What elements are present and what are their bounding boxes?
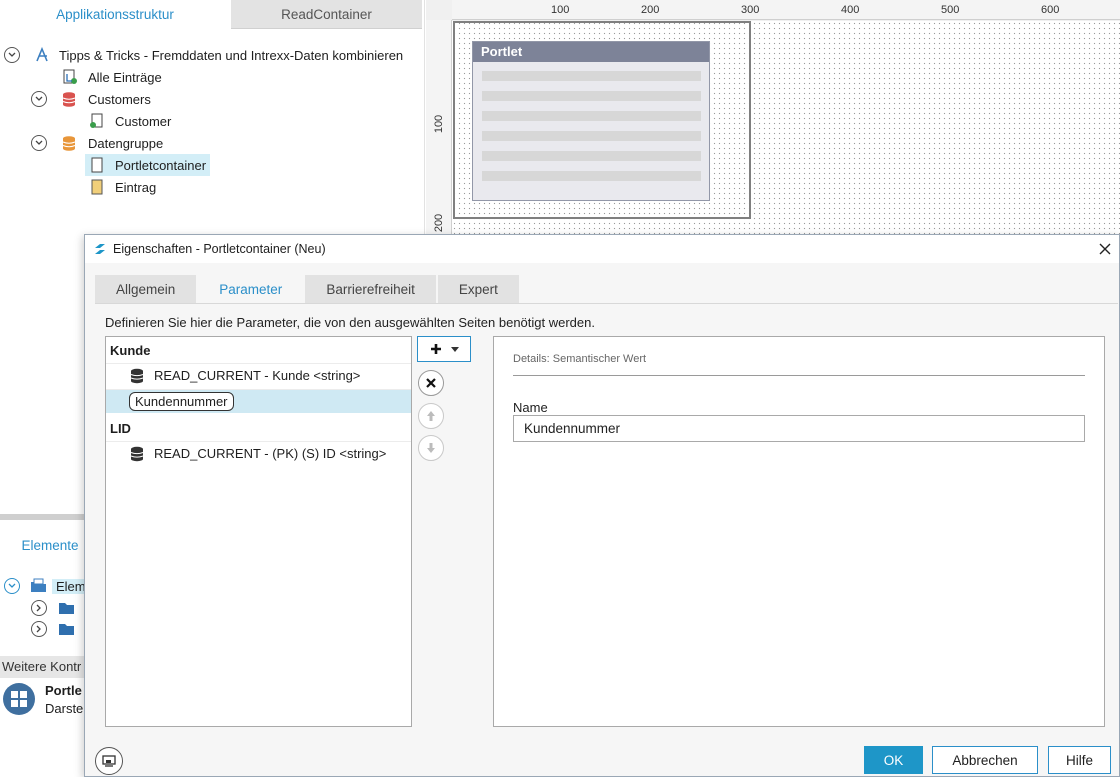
tree-item-customers[interactable]: Customers xyxy=(31,88,151,110)
tab-barrierefreiheit[interactable]: Barrierefreiheit xyxy=(305,275,436,303)
tree-item-portletcontainer[interactable]: Portletcontainer xyxy=(85,154,211,176)
database-group-icon xyxy=(61,135,77,151)
ok-button[interactable]: OK xyxy=(864,746,923,774)
arrow-up-icon xyxy=(426,410,436,422)
chevron-down-icon[interactable] xyxy=(4,578,20,594)
tree-item-label: Alle Einträge xyxy=(88,69,162,85)
screen-layout-icon[interactable] xyxy=(95,747,123,775)
ruler-label: 300 xyxy=(741,4,760,16)
list-item[interactable]: READ_CURRENT - Kunde <string> xyxy=(106,363,411,387)
arrow-down-icon xyxy=(426,442,436,454)
tab-expert[interactable]: Expert xyxy=(437,275,519,303)
list-item[interactable]: READ_CURRENT - (PK) (S) ID <string> xyxy=(106,441,411,465)
cancel-button[interactable]: Abbrechen xyxy=(932,746,1038,774)
tree-item-label: Tipps & Tricks - Fremddaten und Intrexx-… xyxy=(59,47,404,63)
folder-open-icon xyxy=(30,578,46,594)
designer-area: 100 200 300 400 500 600 100 200 Portlet xyxy=(426,0,1120,240)
tree-item-elements-root[interactable]: Elem xyxy=(4,575,90,597)
page-link-icon xyxy=(62,69,78,85)
chevron-down-icon[interactable] xyxy=(4,47,20,63)
tree-item-folder[interactable] xyxy=(31,597,74,619)
properties-dialog: Eigenschaften - Portletcontainer (Neu) A… xyxy=(84,234,1120,777)
move-down-button[interactable] xyxy=(418,435,444,461)
tab-parameter[interactable]: Parameter xyxy=(198,275,304,303)
design-canvas[interactable]: Portlet xyxy=(452,21,1120,240)
chevron-right-icon[interactable] xyxy=(31,600,47,616)
page-icon xyxy=(89,113,105,129)
portlet-page-icon xyxy=(89,157,105,173)
tree-item-customer[interactable]: Customer xyxy=(89,110,171,132)
tree-item-folder[interactable] xyxy=(31,618,74,640)
tab-allgemein[interactable]: Allgemein xyxy=(95,275,197,303)
folder-icon xyxy=(58,600,74,616)
chevron-right-icon[interactable] xyxy=(31,621,47,637)
tab-readcontainer[interactable]: ReadContainer xyxy=(231,0,422,29)
tab-application-structure[interactable]: Applikationsstruktur xyxy=(0,0,230,29)
portlet-placeholder-line xyxy=(482,171,701,181)
add-parameter-button[interactable] xyxy=(417,336,471,362)
tree-item-label: Eintrag xyxy=(115,179,157,195)
details-divider xyxy=(513,375,1085,376)
portlet-placeholder-line xyxy=(482,71,701,81)
portlet-placeholder-line xyxy=(482,151,701,161)
list-item-label: Kundennummer xyxy=(129,392,234,411)
database-group-icon xyxy=(61,91,77,107)
portlet-placeholder-line xyxy=(482,91,701,101)
list-item-label: READ_CURRENT - Kunde <string> xyxy=(154,368,361,383)
group-header-lid: LID xyxy=(110,421,131,436)
portlet-grid-icon xyxy=(3,683,35,715)
group-header-kunde: Kunde xyxy=(110,343,151,358)
details-panel: Details: Semantischer Wert Name xyxy=(493,336,1105,727)
ruler-label: 200 xyxy=(641,4,660,16)
portlet-placeholder-line xyxy=(482,111,701,121)
tree-item-eintrag[interactable]: Eintrag xyxy=(89,176,156,198)
tree-item-datengruppe[interactable]: Datengruppe xyxy=(31,132,163,154)
chevron-down-icon[interactable] xyxy=(31,91,47,107)
ruler-label: 200 xyxy=(433,213,446,233)
horizontal-ruler: 100 200 300 400 500 600 xyxy=(452,0,1120,20)
close-icon xyxy=(426,378,436,388)
dialog-titlebar[interactable]: Eigenschaften - Portletcontainer (Neu) xyxy=(85,235,1119,263)
delete-parameter-button[interactable] xyxy=(418,370,444,396)
portlet-placeholder-line xyxy=(482,131,701,141)
caret-down-icon xyxy=(450,346,459,352)
portlet-preview[interactable]: Portlet xyxy=(472,41,710,201)
ruler-label: 500 xyxy=(941,4,960,16)
ruler-label: 100 xyxy=(433,114,446,134)
tree-item-label: Customer xyxy=(115,113,172,129)
list-item-label: READ_CURRENT - (PK) (S) ID <string> xyxy=(154,446,387,461)
tree-item-alle-eintraege[interactable]: Alle Einträge xyxy=(62,66,162,88)
move-up-button[interactable] xyxy=(418,403,444,429)
ruler-label: 400 xyxy=(841,4,860,16)
database-icon xyxy=(130,368,144,384)
tab-divider xyxy=(95,303,1118,304)
dialog-title: Eigenschaften - Portletcontainer (Neu) xyxy=(113,242,326,256)
tree-item-application[interactable]: Tipps & Tricks - Fremddaten und Intrexx-… xyxy=(4,44,403,66)
parameter-description: Definieren Sie hier die Parameter, die v… xyxy=(105,315,595,330)
chevron-down-icon[interactable] xyxy=(31,135,47,151)
database-icon xyxy=(130,446,144,462)
tree-item-label: Datengruppe xyxy=(88,135,164,151)
folder-icon xyxy=(58,621,74,637)
name-label: Name xyxy=(513,400,548,415)
ruler-label: 600 xyxy=(1041,4,1060,16)
parameter-list[interactable]: Kunde READ_CURRENT - Kunde <string> Kund… xyxy=(105,336,412,727)
tree-item-label: Portletcontainer xyxy=(115,157,207,173)
portlet-title: Portlet xyxy=(473,42,709,62)
vertical-ruler: 100 200 xyxy=(426,20,452,240)
name-input[interactable] xyxy=(513,415,1085,442)
app-icon xyxy=(34,47,50,63)
portlet-control-title: Portle xyxy=(45,683,82,698)
intrexx-logo-icon xyxy=(94,243,106,255)
help-button[interactable]: Hilfe xyxy=(1048,746,1111,774)
entry-page-icon xyxy=(89,179,105,195)
list-item-selected[interactable]: Kundennummer xyxy=(106,389,411,413)
details-header: Details: Semantischer Wert xyxy=(513,353,647,365)
plus-icon xyxy=(430,343,442,355)
dialog-tabs: Allgemein Parameter Barrierefreiheit Exp… xyxy=(95,275,521,303)
portlet-control-subtitle: Darste xyxy=(45,701,84,716)
tree-item-label: Customers xyxy=(88,91,151,107)
close-icon[interactable] xyxy=(1095,239,1115,259)
ruler-label: 100 xyxy=(551,4,570,16)
